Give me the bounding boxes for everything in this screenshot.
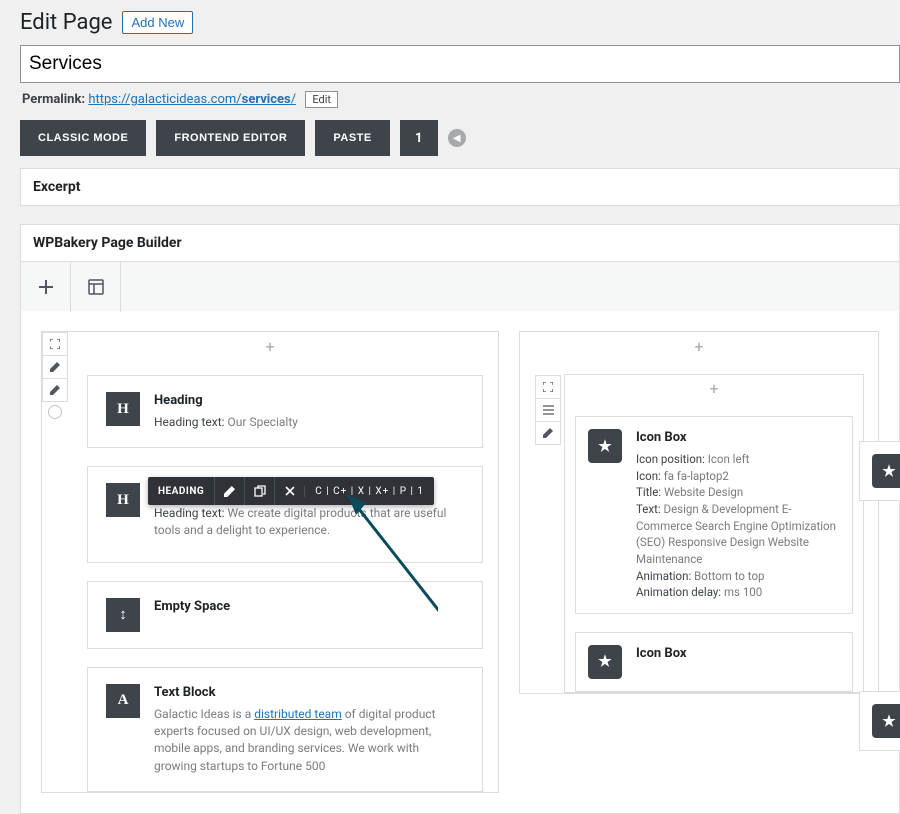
element-title: Heading <box>154 392 464 411</box>
column-edit-button-2[interactable] <box>42 378 68 402</box>
element-toolbar: HEADING C | C+ | X | X+ | P | 1 <box>148 477 434 505</box>
layout-template-button[interactable] <box>71 262 121 312</box>
builder-column-left[interactable]: + H Heading Heading text: Our Specialty … <box>41 331 499 793</box>
element-icon-box[interactable]: ★ Icon Box Icon position: Icon left Icon… <box>575 416 853 614</box>
element-toolbar-extra[interactable]: C | C+ | X | X+ | P | 1 <box>304 486 434 497</box>
page-title: Edit Page <box>20 10 112 35</box>
element-clone-button[interactable] <box>244 477 274 505</box>
element-text-block[interactable]: A Text Block Galactic Ideas is a distrib… <box>87 667 483 792</box>
builder-panel-title[interactable]: WPBakery Page Builder <box>21 225 899 261</box>
empty-space-icon: ↕ <box>106 598 140 632</box>
inner-fullscreen-button[interactable] <box>535 375 561 399</box>
column-fullscreen-button[interactable] <box>42 332 68 356</box>
fullscreen-icon <box>543 382 553 392</box>
collapse-arrow-icon[interactable]: ◀ <box>448 129 466 147</box>
inner-list-button[interactable] <box>535 398 561 422</box>
star-icon: ★ <box>588 645 622 679</box>
edit-slug-button[interactable]: Edit <box>305 91 338 108</box>
permalink-link[interactable]: https://galacticideas.com/services/ <box>88 92 296 107</box>
peek-icon-box[interactable]: ★ <box>859 441 900 501</box>
revision-count: 1 <box>400 120 438 156</box>
paste-button[interactable]: Paste <box>315 120 389 156</box>
element-toolbar-label: HEADING <box>148 486 214 497</box>
plus-icon <box>39 280 53 294</box>
column-edit-button[interactable] <box>42 355 68 379</box>
element-delete-button[interactable] <box>274 477 304 505</box>
add-element-button[interactable] <box>21 262 71 312</box>
frontend-editor-button[interactable]: Frontend Editor <box>156 120 305 156</box>
pencil-icon <box>50 362 60 372</box>
pencil-icon <box>50 385 60 395</box>
classic-mode-button[interactable]: Classic Mode <box>20 120 146 156</box>
element-title: Icon Box <box>636 645 840 664</box>
column-color-indicator[interactable] <box>48 405 62 419</box>
pencil-icon <box>543 428 553 438</box>
element-edit-button[interactable] <box>214 477 244 505</box>
add-new-button[interactable]: Add New <box>122 11 193 34</box>
element-heading-2[interactable]: H Heading Heading text: We create digita… <box>87 466 483 563</box>
builder-column-right[interactable]: + + <box>519 331 879 694</box>
element-title: Empty Space <box>154 598 464 617</box>
peek-icon-box-2[interactable]: ★ <box>859 691 900 751</box>
distributed-team-link[interactable]: distributed team <box>254 707 342 721</box>
pencil-icon <box>224 486 235 497</box>
text-a-icon: A <box>106 684 140 718</box>
close-icon <box>285 486 295 496</box>
list-icon <box>543 405 554 415</box>
inner-edit-button[interactable] <box>535 421 561 445</box>
element-empty-space[interactable]: ↕ Empty Space <box>87 581 483 649</box>
excerpt-panel-title[interactable]: Excerpt <box>21 169 899 205</box>
element-title: Text Block <box>154 684 464 703</box>
heading-h-icon: H <box>106 392 140 426</box>
star-icon: ★ <box>588 429 622 463</box>
page-title-input[interactable] <box>20 45 900 83</box>
inner-column[interactable]: + ★ Icon Box Icon position: Icon left Ic… <box>564 374 864 693</box>
element-heading-1[interactable]: H Heading Heading text: Our Specialty <box>87 375 483 448</box>
star-icon: ★ <box>872 454 900 488</box>
heading-h-icon: H <box>106 483 140 517</box>
column-add-icon[interactable]: + <box>694 337 703 356</box>
inner-add-icon[interactable]: + <box>709 379 718 398</box>
layout-icon <box>88 279 104 295</box>
column-add-icon[interactable]: + <box>265 337 274 356</box>
clone-icon <box>254 485 266 497</box>
permalink-label: Permalink: <box>22 92 85 107</box>
permalink-row: Permalink: https://galacticideas.com/ser… <box>22 91 900 108</box>
fullscreen-icon <box>50 339 60 349</box>
element-icon-box-2[interactable]: ★ Icon Box <box>575 632 853 692</box>
star-icon: ★ <box>872 704 900 738</box>
element-title: Icon Box <box>636 429 840 448</box>
